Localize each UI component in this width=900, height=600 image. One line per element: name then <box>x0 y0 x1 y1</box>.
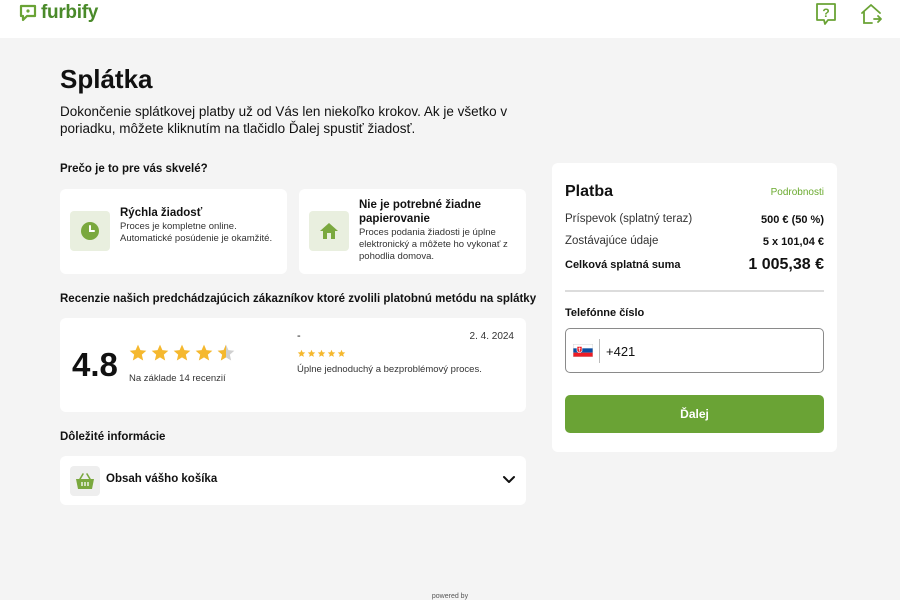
phone-field[interactable] <box>565 328 824 373</box>
panel-title: Platba <box>565 183 614 200</box>
rating-stars <box>128 343 236 363</box>
benefit-desc: Proces je kompletne online. Automatické … <box>120 221 273 244</box>
benefit-title: Rýchla žiadosť <box>120 207 203 219</box>
reviews-title: Recenzie našich predchádzajúcich zákazní… <box>60 293 537 305</box>
total-value: 1 005,38 € <box>748 256 824 273</box>
star-icon <box>151 344 169 361</box>
deposit-label: Príspevok (splatný teraz) <box>565 213 693 225</box>
review-date: 2. 4. 2024 <box>469 331 514 342</box>
basket-label: Obsah vášho košíka <box>106 473 218 485</box>
help-icon[interactable]: ? <box>814 2 838 26</box>
benefit-desc: Proces podania žiadosti je úplne elektro… <box>359 227 508 262</box>
remaining-label: Zostávajúce údaje <box>565 235 659 247</box>
flag-separator <box>599 339 600 363</box>
next-button[interactable]: Ďalej <box>565 395 824 433</box>
powered-by: powered by <box>431 593 469 600</box>
star-icon <box>129 344 147 361</box>
intro-text: Dokončenie splátkovej platby už od Vás l… <box>60 104 508 136</box>
deposit-value: 500 € (50 %) <box>761 214 824 226</box>
why-title: Prečo je to pre vás skvelé? <box>60 163 208 175</box>
home-icon <box>309 211 349 251</box>
svg-text:?: ? <box>822 6 829 20</box>
details-link[interactable]: Podrobnosti <box>771 187 824 198</box>
basket-icon <box>70 466 100 496</box>
payment-panel: Platba Podrobnosti Príspevok (splatný te… <box>552 163 837 452</box>
star-icon <box>307 349 316 357</box>
remaining-value: 5 x 101,04 € <box>762 236 824 248</box>
phone-input[interactable] <box>606 341 806 361</box>
page-title: Splátka <box>60 64 153 94</box>
top-bar: furbify ? <box>0 0 900 38</box>
review-stars <box>297 349 346 358</box>
home-exit-icon[interactable] <box>859 2 883 26</box>
reviews-card: 4.8 Na základe 14 recenzií - 2. 4. 2024 … <box>60 318 526 412</box>
chevron-down-icon[interactable] <box>502 473 516 487</box>
benefit-card-paperless: Nie je potrebné žiadne papierovanie Proc… <box>299 189 526 274</box>
phone-label: Telefónne číslo <box>565 307 645 319</box>
star-icon <box>327 349 336 357</box>
star-icon <box>195 344 213 361</box>
rating-score: 4.8 <box>72 346 118 383</box>
logo-text: furbify <box>41 2 99 23</box>
benefit-title: Nie je potrebné žiadne papierovanie <box>359 199 482 225</box>
star-half-icon <box>217 344 235 361</box>
slovakia-flag-icon[interactable] <box>573 344 593 357</box>
divider <box>565 290 824 292</box>
clock-icon <box>70 211 110 251</box>
star-icon <box>337 349 346 357</box>
benefit-card-fast: Rýchla žiadosť Proces je kompletne onlin… <box>60 189 287 274</box>
review-author: - <box>297 330 301 342</box>
review-text: Úplne jednoduchý a bezproblémový proces. <box>297 364 482 375</box>
basket-accordion[interactable]: Obsah vášho košíka <box>60 456 526 505</box>
logo-icon <box>19 4 37 22</box>
furbify-logo[interactable]: furbify <box>18 2 98 24</box>
star-icon <box>317 349 326 357</box>
total-label: Celková splatná suma <box>565 259 681 271</box>
review-count: Na základe 14 recenzií <box>129 373 226 384</box>
star-icon <box>173 344 191 361</box>
info-title: Dôležité informácie <box>60 431 166 443</box>
star-icon <box>297 349 306 357</box>
